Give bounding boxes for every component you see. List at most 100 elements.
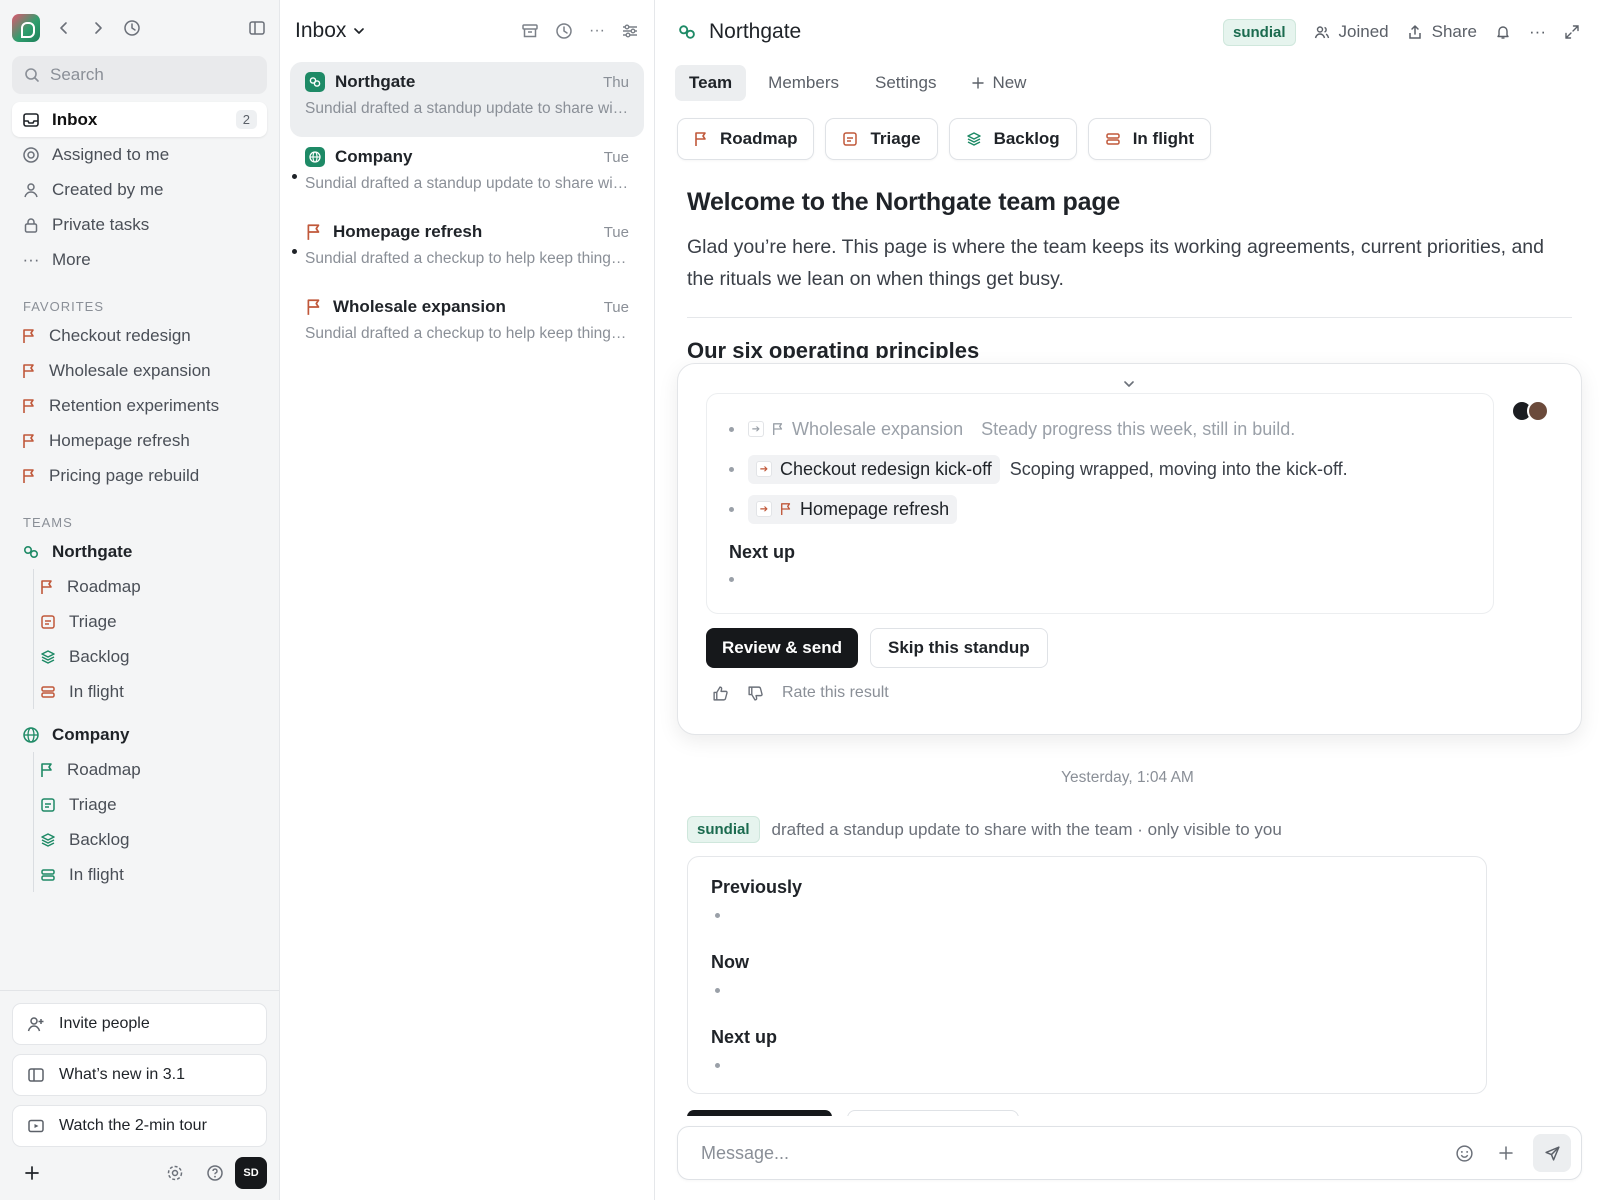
collaborator-avatars — [1511, 400, 1549, 422]
help-icon[interactable] — [205, 1163, 225, 1183]
flag-icon — [23, 328, 34, 343]
next-up-heading: Next up — [729, 542, 796, 562]
linked-project-chip[interactable]: ➔ Homepage refresh — [748, 494, 958, 524]
team-view-triage[interactable]: Triage — [34, 604, 279, 639]
view-backlog-button[interactable]: Backlog — [948, 118, 1077, 160]
invite-people-button[interactable]: Invite people — [12, 1003, 267, 1045]
team-company[interactable]: Company — [0, 717, 279, 752]
team-view-label: Backlog — [69, 829, 130, 849]
review-send-button[interactable]: Review & send — [706, 628, 858, 668]
tab-new[interactable]: New — [958, 65, 1040, 101]
inbox-item[interactable]: Homepage refresh Tue Sundial drafted a c… — [290, 212, 644, 287]
sidebar-item-inbox[interactable]: Inbox 2 — [12, 102, 267, 137]
toggle-sidebar-icon[interactable] — [247, 18, 267, 38]
linked-project-chip[interactable]: ➔ Wholesale expansion — [748, 415, 971, 444]
favorite-item[interactable]: Wholesale expansion — [0, 353, 279, 388]
filter-sliders-icon[interactable] — [621, 22, 639, 40]
stack-icon — [41, 685, 55, 698]
layers-icon — [41, 832, 55, 847]
sidebar-item-created[interactable]: Created by me — [12, 172, 267, 207]
team-view-inflight[interactable]: In flight — [34, 857, 279, 892]
user-avatar[interactable]: SD — [235, 1157, 267, 1189]
favorite-item[interactable]: Pricing page rebuild — [0, 458, 279, 493]
tab-settings[interactable]: Settings — [861, 65, 950, 101]
lock-icon — [24, 217, 38, 233]
bell-icon[interactable] — [1495, 24, 1511, 40]
share-button[interactable]: Share — [1407, 22, 1477, 42]
sidebar-item-private[interactable]: Private tasks — [12, 207, 267, 242]
thumbs-down-icon[interactable] — [747, 685, 764, 702]
team-view-backlog[interactable]: Backlog — [34, 639, 279, 674]
team-northgate[interactable]: Northgate — [0, 534, 279, 569]
empty-bullet[interactable] — [715, 988, 720, 993]
more-options-icon[interactable]: ··· — [589, 22, 605, 40]
back-icon[interactable] — [54, 18, 74, 38]
inbox-item-date: Tue — [603, 223, 629, 241]
app-logo[interactable] — [12, 14, 40, 42]
whats-new-label: What’s new in 3.1 — [59, 1066, 185, 1083]
snooze-clock-icon[interactable] — [555, 22, 573, 40]
linked-project-chip[interactable]: ➔ Checkout redesign kick-off — [748, 454, 1000, 484]
chevron-down-icon — [354, 28, 365, 34]
sidebar-item-assigned[interactable]: Assigned to me — [12, 137, 267, 172]
team-view-roadmap[interactable]: Roadmap — [34, 569, 279, 604]
emoji-icon[interactable] — [1453, 1142, 1475, 1164]
more-options-icon[interactable]: ··· — [1529, 22, 1546, 42]
team-view-backlog[interactable]: Backlog — [34, 822, 279, 857]
team-view-inflight[interactable]: In flight — [34, 674, 279, 709]
sundial-badge[interactable]: sundial — [1223, 18, 1296, 46]
section-heading: Next up — [711, 1027, 778, 1047]
favorite-item[interactable]: Retention experiments — [0, 388, 279, 423]
new-tab-label: New — [992, 73, 1027, 92]
add-attachment-icon[interactable] — [1495, 1142, 1517, 1164]
tab-team[interactable]: Team — [675, 65, 747, 101]
team-northgate-views: Roadmap Triage Backlog In flight — [33, 569, 279, 709]
inbox-item[interactable]: Company Tue Sundial drafted a standup up… — [290, 137, 644, 212]
drafted-text: drafted a standup update to share with t… — [771, 819, 1282, 839]
inbox-item-title: Wholesale expansion — [333, 297, 506, 316]
history-icon[interactable] — [122, 18, 142, 38]
sidebar-item-more[interactable]: ··· More — [12, 242, 267, 277]
view-label: Triage — [870, 129, 921, 148]
team-view-label: Roadmap — [67, 576, 141, 596]
team-view-roadmap[interactable]: Roadmap — [34, 752, 279, 787]
favorite-item[interactable]: Checkout redesign — [0, 318, 279, 353]
forward-icon[interactable] — [88, 18, 108, 38]
settings-gear-icon[interactable] — [165, 1163, 185, 1183]
watch-tour-button[interactable]: Watch the 2-min tour — [12, 1105, 267, 1147]
whats-new-button[interactable]: What’s new in 3.1 — [12, 1054, 267, 1096]
inbox-item[interactable]: Northgate Thu Sundial drafted a standup … — [290, 62, 644, 137]
skip-standup-button[interactable]: Skip this standup — [870, 628, 1048, 668]
inbox-item[interactable]: Wholesale expansion Tue Sundial drafted … — [290, 287, 644, 362]
app-window: Search Inbox 2 Assigned to me Created by… — [0, 0, 1600, 1200]
chip-label: Homepage refresh — [800, 498, 950, 519]
expand-icon[interactable] — [1564, 24, 1580, 40]
empty-bullet[interactable] — [715, 913, 720, 918]
header-actions: sundial Joined Share ··· — [1223, 18, 1580, 46]
empty-bullet[interactable] — [729, 577, 734, 582]
tab-members[interactable]: Members — [754, 65, 853, 101]
joined-button[interactable]: Joined — [1314, 22, 1389, 42]
inbox-item-preview: Sundial drafted a checkup to help keep t… — [305, 325, 629, 342]
empty-bullet[interactable] — [715, 1063, 720, 1068]
chevron-down-icon[interactable] — [1121, 376, 1137, 392]
standup-item-text: Scoping wrapped, moving into the kick-of… — [1009, 458, 1348, 479]
plus-icon[interactable] — [22, 1163, 42, 1183]
thumbs-up-icon[interactable] — [712, 685, 729, 702]
send-button[interactable] — [1533, 1134, 1571, 1172]
search-input[interactable]: Search — [12, 56, 267, 94]
view-roadmap-button[interactable]: Roadmap — [677, 118, 815, 160]
archive-icon[interactable] — [521, 22, 539, 40]
favorite-item[interactable]: Homepage refresh — [0, 423, 279, 458]
clipped-action-buttons — [687, 1110, 1047, 1116]
sundial-badge[interactable]: sundial — [687, 816, 760, 843]
team-northgate-icon — [305, 72, 325, 92]
inbox-item-title: Homepage refresh — [333, 222, 483, 241]
inbox-title-dropdown[interactable]: Inbox — [295, 19, 366, 43]
layers-icon — [966, 132, 981, 146]
message-composer[interactable]: Message... — [677, 1126, 1582, 1180]
message-input[interactable]: Message... — [701, 1143, 1433, 1164]
team-view-triage[interactable]: Triage — [34, 787, 279, 822]
view-inflight-button[interactable]: In flight — [1087, 118, 1212, 160]
view-triage-button[interactable]: Triage — [825, 118, 938, 160]
